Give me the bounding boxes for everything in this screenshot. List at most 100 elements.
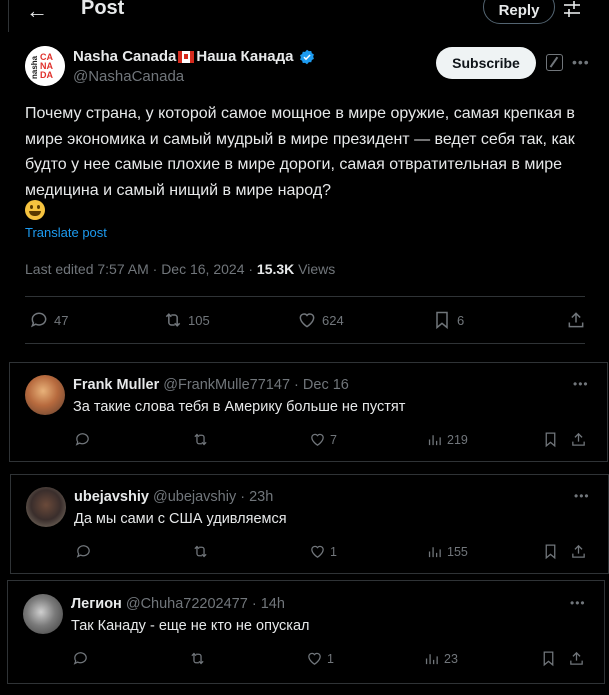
share-action[interactable] [566,310,586,330]
reply-text: За такие слова тебя в Америку больше не … [73,399,406,415]
repost-action[interactable]: 105 [163,310,210,330]
author-avatar[interactable]: nasha CA NA DA [25,46,65,86]
translate-post-link[interactable]: Translate post [25,225,107,240]
repost-action[interactable] [189,650,206,667]
svg-text:nasha: nasha [30,55,39,79]
grok-icon[interactable] [546,54,563,71]
bookmark-action[interactable] [542,431,559,448]
reply-header: ubejavshiy @ubejavshiy · 23h [74,489,273,505]
top-bar: ← Post Reply [0,0,609,32]
verified-badge-icon[interactable] [299,49,315,65]
like-count: 1 [330,544,337,559]
more-options-icon[interactable]: ••• [570,596,586,610]
share-icon [570,651,583,665]
comment-icon [73,652,87,665]
repost-icon [165,313,181,327]
views-count: 23 [444,651,458,666]
divider [25,296,585,297]
like-count: 624 [322,312,344,328]
heart-icon [311,545,324,558]
author-name-en: Nasha Canada [73,48,177,65]
like-action[interactable]: 624 [297,310,344,330]
analytics-icon [428,547,441,558]
repost-action[interactable] [192,543,209,560]
bookmark-icon [543,651,554,667]
grinning-face-emoji-icon [25,200,45,220]
heart-icon [308,652,321,665]
views-count: 155 [447,544,468,559]
like-action[interactable]: 7 [309,431,337,448]
reply-action[interactable] [74,431,91,448]
views-label: Views [294,261,336,277]
share-icon [572,544,585,558]
author-name[interactable]: Nasha Canada Наша Канада [73,48,315,65]
more-options-icon[interactable]: ••• [572,54,590,70]
reply-time[interactable]: · 14h [252,596,285,612]
reply-action[interactable] [75,543,92,560]
avatar[interactable] [26,487,66,527]
analytics-icon [425,654,438,665]
repost-action[interactable] [192,431,209,448]
reply-text: Да мы сами с США удивляемся [74,511,287,527]
edited-timestamp[interactable]: Last edited 7:57 AM · Dec 16, 2024 · [25,261,257,277]
repost-count: 105 [188,312,210,328]
svg-text:DA: DA [40,70,53,80]
reply-text: Так Канаду - еще не кто не опускал [71,618,310,634]
reply-item[interactable]: Frank Muller @FrankMulle77147 · Dec 16 З… [9,362,608,462]
comment-icon [30,312,47,328]
bookmark-icon [436,311,448,330]
views-action[interactable]: 155 [426,543,468,560]
reply-item[interactable]: ubejavshiy @ubejavshiy · 23h Да мы сами … [10,474,609,574]
reply-time[interactable]: · 23h [240,489,273,505]
bookmark-action[interactable]: 6 [432,310,464,330]
subscribe-button[interactable]: Subscribe [436,47,536,79]
like-action[interactable]: 1 [306,650,334,667]
share-icon [572,432,585,446]
reply-author-handle[interactable]: @ubejavshiy [153,489,236,505]
reply-author-name[interactable]: Легион [71,596,122,612]
reply-author-name[interactable]: Frank Muller [73,377,159,393]
analytics-icon [428,435,441,446]
reply-button[interactable]: Reply [483,0,555,24]
reply-header: Легион @Chuha72202477 · 14h [71,596,285,612]
more-options-icon[interactable]: ••• [573,377,589,391]
reply-author-name[interactable]: ubejavshiy [74,489,149,505]
reply-item[interactable]: Легион @Chuha72202477 · 14h Так Канаду -… [7,580,605,684]
share-action[interactable] [570,543,587,560]
avatar[interactable] [23,594,63,634]
heart-icon [311,433,324,446]
divider [25,343,585,344]
views-action[interactable]: 23 [423,650,458,667]
reply-action[interactable]: 47 [29,310,68,330]
repost-icon [194,545,207,558]
bookmark-action[interactable] [540,650,557,667]
nasha-canada-logo-icon: nasha CA NA DA [25,46,65,86]
repost-icon [191,652,204,665]
share-icon [568,312,584,328]
share-action[interactable] [568,650,585,667]
sliders-icon[interactable] [562,0,582,18]
reply-action[interactable] [72,650,89,667]
like-action[interactable]: 1 [309,543,337,560]
bookmark-action[interactable] [542,543,559,560]
comment-icon [75,433,89,446]
reply-time[interactable]: · Dec 16 [294,377,349,393]
post-text: Почему страна, у которой самое мощное в … [25,105,575,199]
more-options-icon[interactable]: ••• [574,489,590,503]
like-count: 1 [327,651,334,666]
views-count: 15.3K [256,261,295,277]
back-arrow-icon[interactable]: ← [26,0,48,24]
reply-author-handle[interactable]: @Chuha72202477 [126,596,248,612]
divider [8,0,9,32]
author-handle[interactable]: @NashaCanada [73,68,184,85]
views-action[interactable]: 219 [426,431,468,448]
like-count: 7 [330,432,337,447]
author-name-ru: Наша Канада [196,48,294,65]
avatar[interactable] [25,375,65,415]
post-meta: Last edited 7:57 AM · Dec 16, 2024 · 15.… [25,261,335,277]
bookmark-icon [545,432,556,448]
share-action[interactable] [570,431,587,448]
reply-header: Frank Muller @FrankMulle77147 · Dec 16 [73,377,349,393]
reply-author-handle[interactable]: @FrankMulle77147 [163,377,290,393]
repost-icon [194,433,207,446]
